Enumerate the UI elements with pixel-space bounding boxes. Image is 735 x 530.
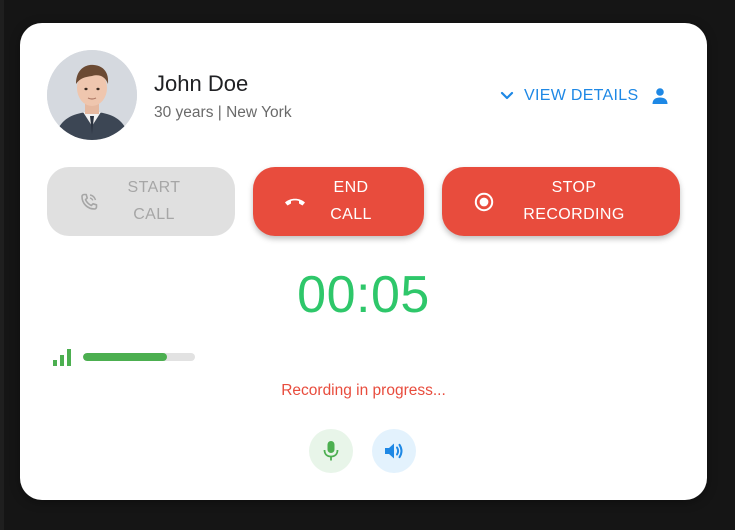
person-icon bbox=[652, 88, 668, 104]
start-call-label-line1: START bbox=[127, 179, 181, 196]
speaker-icon bbox=[385, 443, 403, 459]
call-card: John Doe 30 years | New York VIEW DETAIL… bbox=[20, 23, 707, 500]
record-icon bbox=[474, 192, 494, 211]
end-call-label-line2: CALL bbox=[330, 206, 372, 223]
hang-up-icon bbox=[285, 198, 305, 205]
signal-level-bar bbox=[83, 353, 195, 361]
view-details-label: VIEW DETAILS bbox=[524, 87, 639, 104]
microphone-button[interactable] bbox=[309, 429, 353, 473]
signal-level-fill bbox=[83, 353, 167, 361]
contact-details: 30 years | New York bbox=[154, 104, 292, 121]
end-call-label-line1: END bbox=[333, 179, 369, 196]
background-panel-edge bbox=[0, 0, 4, 530]
start-call-button[interactable]: START CALL bbox=[47, 167, 235, 236]
start-call-label-line2: CALL bbox=[133, 206, 175, 223]
stop-recording-label-line1: STOP bbox=[551, 179, 597, 196]
view-details-button[interactable]: VIEW DETAILS bbox=[500, 85, 669, 107]
chevron-down-icon bbox=[500, 91, 514, 100]
recording-status: Recording in progress... bbox=[281, 382, 446, 399]
speaker-button[interactable] bbox=[372, 429, 416, 473]
stop-recording-label-line2: RECORDING bbox=[523, 206, 625, 223]
contact-name: John Doe bbox=[154, 71, 249, 96]
avatar bbox=[47, 50, 137, 140]
end-call-button[interactable]: END CALL bbox=[253, 167, 424, 236]
microphone-icon bbox=[323, 441, 339, 461]
phone-icon bbox=[81, 193, 98, 210]
avatar-photo bbox=[47, 50, 137, 140]
call-timer: 00:05 bbox=[297, 266, 430, 324]
stop-recording-button[interactable]: STOP RECORDING bbox=[442, 167, 680, 236]
signal-strength-icon bbox=[53, 349, 71, 366]
